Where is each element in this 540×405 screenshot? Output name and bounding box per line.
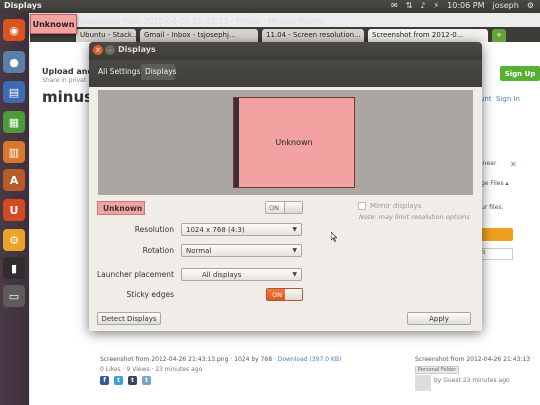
resolution-value: 1024 x 768 (4:3) bbox=[186, 226, 245, 234]
linear-text: inear bbox=[481, 160, 497, 167]
chevron-down-icon: ▼ bbox=[292, 247, 297, 254]
your-files-text: ur files. bbox=[481, 204, 504, 211]
personal-folder-badge[interactable]: Personal Folder bbox=[415, 366, 460, 374]
panel-indicators: ✉ ⇅ ♪ ⚡ 10:06 PM joseph ⚙ bbox=[391, 1, 534, 10]
bag-icon[interactable]: A bbox=[3, 169, 25, 191]
dialog-title: Displays bbox=[118, 45, 156, 54]
mouse-cursor-icon bbox=[331, 232, 337, 242]
settings-icon[interactable]: ⚙ bbox=[3, 229, 25, 251]
sticky-edges-label: Sticky edges bbox=[126, 290, 174, 299]
monitor-preview-area: Unknown bbox=[98, 90, 473, 195]
screenshot-caption: Screenshot from 2012-04-26 21:43:13.png … bbox=[100, 356, 341, 363]
user-name[interactable]: joseph bbox=[492, 1, 518, 10]
rotation-select[interactable]: Normal ▼ bbox=[181, 244, 302, 257]
close-icon[interactable]: ✕ bbox=[510, 160, 520, 170]
tab-screenshot[interactable]: Screenshot from 2012-0... bbox=[368, 29, 488, 42]
download-link[interactable]: Download (397.0 KB) bbox=[278, 356, 342, 363]
rotation-value: Normal bbox=[186, 247, 212, 255]
monitor-preview[interactable]: Unknown bbox=[233, 97, 355, 188]
tab-gmail[interactable]: Gmail - Inbox - tsjosephj... bbox=[140, 29, 258, 42]
launcher-placement-label: Launcher placement bbox=[96, 270, 174, 279]
detect-displays-button[interactable]: Detect Displays bbox=[97, 312, 161, 325]
crumb-displays[interactable]: Displays bbox=[145, 67, 177, 76]
manage-files-link[interactable]: ge Files ▴ bbox=[481, 180, 509, 187]
clock[interactable]: 10:06 PM bbox=[447, 1, 484, 10]
rotation-label: Rotation bbox=[142, 246, 174, 255]
by-guest-text: by Guest 23 minutes ago bbox=[434, 377, 510, 384]
sticky-toggle-label: ON bbox=[267, 289, 287, 300]
launcher: ◉ ● ▤ ▦ ▥ A U ⚙ ▮ ▭ bbox=[0, 13, 29, 405]
calc-icon[interactable]: ▦ bbox=[3, 111, 25, 133]
crumb-all-settings[interactable]: All Settings bbox=[98, 67, 140, 76]
ubuntu-logo-icon[interactable]: ◉ bbox=[3, 19, 25, 41]
sticky-edges-toggle[interactable]: ON bbox=[266, 288, 303, 301]
tab-bar: Ubuntu - Stack... Gmail - Inbox - tsjose… bbox=[30, 27, 540, 42]
screenshot-dims: · 1024 by 768 · bbox=[228, 356, 278, 363]
mirror-label: Mirror displays bbox=[370, 202, 422, 210]
mail-icon[interactable]: ✉ bbox=[391, 1, 398, 10]
sound-icon[interactable]: ♪ bbox=[420, 1, 425, 10]
minimize-window-icon[interactable]: – bbox=[105, 45, 115, 55]
tab-stackoverflow[interactable]: Ubuntu - Stack... bbox=[76, 29, 136, 42]
resolution-select[interactable]: 1024 x 768 (4:3) ▼ bbox=[181, 223, 302, 236]
impress-icon[interactable]: ▥ bbox=[3, 141, 25, 163]
dialog-titlebar[interactable]: × – Displays bbox=[89, 42, 482, 60]
close-window-icon[interactable]: × bbox=[93, 45, 103, 55]
share-text: Share in privat bbox=[42, 77, 87, 84]
terminal-icon[interactable]: ▮ bbox=[3, 257, 25, 279]
toggle-knob bbox=[285, 289, 302, 300]
tab-askubuntu[interactable]: 11.04 - Screen resolution... bbox=[262, 29, 364, 42]
tumblr-icon[interactable]: t bbox=[128, 376, 137, 385]
avatar bbox=[415, 375, 431, 391]
chevron-down-icon: ▼ bbox=[292, 226, 297, 233]
workspace-icon[interactable]: ▭ bbox=[3, 285, 25, 307]
dialog-toolbar: All Settings Displays bbox=[89, 60, 482, 87]
writer-icon[interactable]: ▤ bbox=[3, 81, 25, 103]
orange-action-button[interactable] bbox=[478, 228, 513, 241]
network-icon[interactable]: ⇅ bbox=[406, 1, 413, 10]
gear-icon[interactable]: ⚙ bbox=[527, 1, 534, 10]
minus-logo[interactable]: minus bbox=[42, 88, 93, 106]
side-caption: Screenshot from 2012-04-26 21:43:13 bbox=[415, 356, 531, 363]
mirror-checkbox[interactable] bbox=[358, 202, 366, 210]
displays-dialog: × – Displays All Settings Displays Unkno… bbox=[89, 42, 482, 331]
resolution-label: Resolution bbox=[134, 225, 174, 234]
firefox-icon[interactable]: ● bbox=[3, 51, 25, 73]
chevron-down-icon: ▼ bbox=[292, 271, 297, 278]
top-panel: Displays ✉ ⇅ ♪ ⚡ 10:06 PM joseph ⚙ bbox=[0, 0, 540, 13]
launcher-placement-select[interactable]: All displays ▼ bbox=[181, 268, 302, 281]
selected-display-label: Unknown bbox=[97, 201, 145, 215]
app-title: Displays bbox=[4, 1, 42, 10]
software-center-icon[interactable]: U bbox=[3, 199, 25, 221]
screenshot-stats: 0 Likes · 9 Views · 23 minutes ago bbox=[100, 366, 203, 373]
toggle-knob bbox=[284, 202, 302, 213]
display-on-toggle[interactable]: ON bbox=[265, 201, 303, 214]
unknown-display-popup: Unknown bbox=[30, 14, 77, 34]
share-icon[interactable]: t bbox=[142, 376, 151, 385]
mirror-note: Note: may limit resolution options bbox=[359, 213, 470, 221]
monitor-label: Unknown bbox=[275, 138, 313, 147]
signup-button[interactable]: Sign Up bbox=[500, 66, 540, 81]
launcher-placement-value: All displays bbox=[202, 271, 242, 279]
signin-link[interactable]: Sign In bbox=[496, 95, 520, 103]
display-toggle-label: ON bbox=[269, 204, 279, 212]
upload-heading: Upload and bbox=[42, 67, 94, 76]
screenshot-name: Screenshot from 2012-04-26 21:43:13.png bbox=[100, 356, 229, 363]
facebook-icon[interactable]: f bbox=[100, 376, 109, 385]
apply-button[interactable]: Apply bbox=[407, 312, 471, 325]
firefox-title: creenshot from 2012-04-26 21:43:13 - Min… bbox=[80, 17, 325, 26]
n-input[interactable]: N bbox=[478, 248, 513, 260]
new-tab-button[interactable]: + bbox=[492, 29, 506, 42]
twitter-icon[interactable]: t bbox=[114, 376, 123, 385]
power-icon[interactable]: ⚡ bbox=[434, 1, 440, 10]
